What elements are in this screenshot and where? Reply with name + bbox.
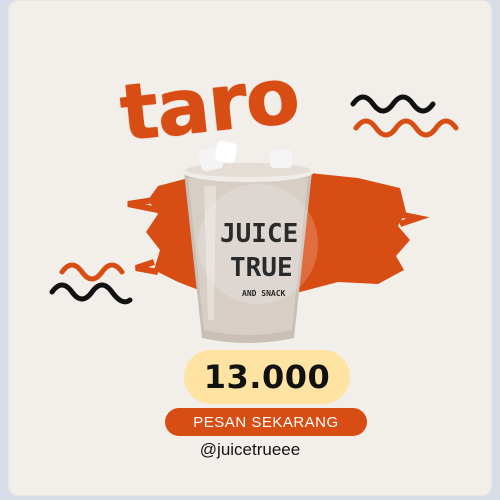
price-value: 13.000: [203, 358, 331, 396]
cup-illustration: JUICE TRUE AND SNACK: [182, 141, 318, 343]
order-now-button[interactable]: PESAN SEKARANG: [165, 408, 367, 436]
brand-subline: AND SNACK: [242, 289, 286, 298]
price-badge: 13.000: [184, 350, 350, 404]
brand-line-1: JUICE: [220, 219, 298, 249]
instagram-handle[interactable]: @juicetrueee: [8, 440, 492, 460]
promo-poster: JUICE TRUE AND SNACK taro 13.000 PESAN S…: [8, 0, 492, 496]
page-frame: JUICE TRUE AND SNACK taro 13.000 PESAN S…: [0, 0, 500, 500]
squiggle-decoration: [350, 94, 436, 114]
brand-line-2: TRUE: [230, 253, 293, 283]
